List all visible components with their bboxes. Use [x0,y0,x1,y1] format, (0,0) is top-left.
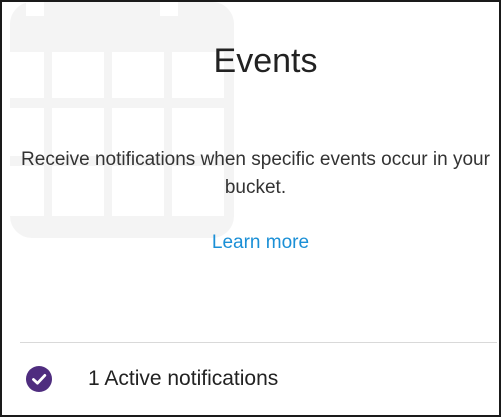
status-text: 1 Active notifications [88,367,279,390]
divider [20,342,497,343]
check-circle-icon [26,366,52,392]
learn-more-link[interactable]: Learn more [2,232,499,254]
calendar-icon [10,2,234,238]
active-notifications-status[interactable]: 1 Active notifications [26,366,278,392]
card-description: Receive notifications when specific even… [21,149,490,198]
card-title: Events [213,42,318,80]
events-card: Events Receive notifications when specif… [0,0,501,417]
